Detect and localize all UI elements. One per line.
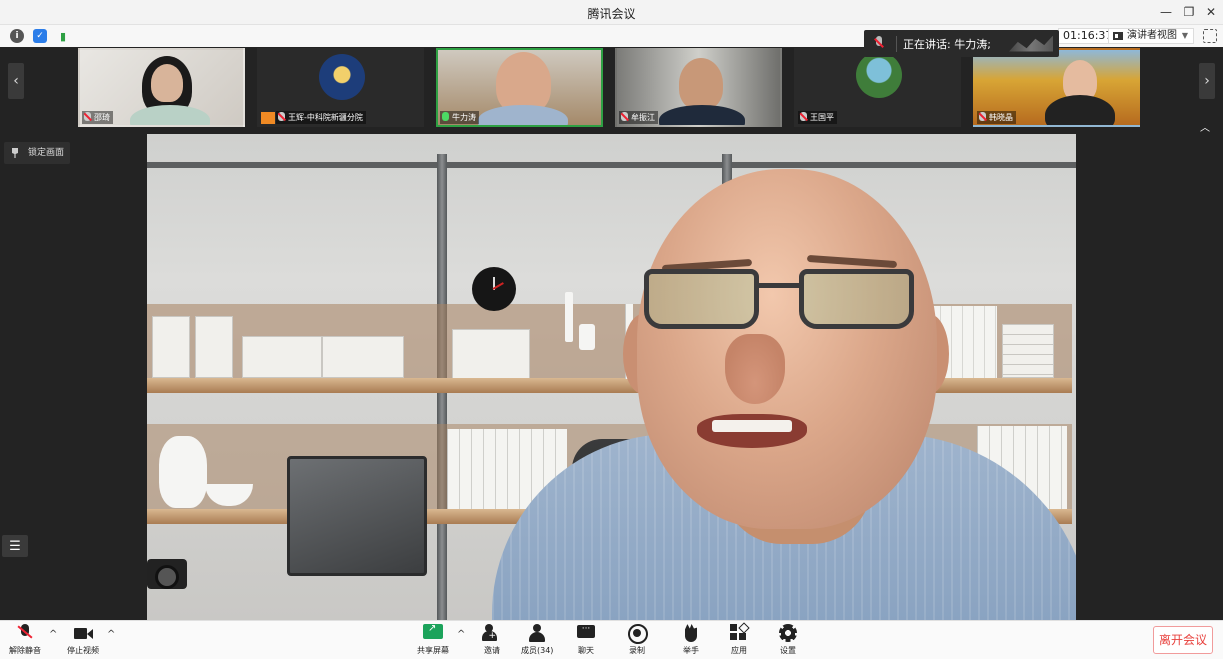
participant-face bbox=[151, 64, 183, 102]
info-icon[interactable]: i bbox=[10, 29, 24, 43]
video-options-caret[interactable]: ^ bbox=[107, 629, 115, 640]
add-user-icon bbox=[481, 624, 503, 642]
hand-icon bbox=[680, 624, 702, 642]
minimize-icon[interactable]: — bbox=[1157, 3, 1175, 21]
share-screen-button[interactable]: 共享屏幕 bbox=[417, 623, 449, 656]
participant-name: 牟振江 bbox=[619, 111, 658, 124]
restore-icon[interactable]: ❐ bbox=[1180, 3, 1198, 21]
title-bar: 腾讯会议 — ❐ ✕ bbox=[0, 0, 1223, 25]
gear-icon bbox=[777, 624, 799, 642]
participant-body bbox=[659, 105, 745, 125]
fullscreen-icon[interactable] bbox=[1203, 29, 1217, 43]
apps-icon bbox=[728, 624, 750, 642]
window-title: 腾讯会议 bbox=[587, 7, 636, 21]
participant-avatar bbox=[319, 54, 365, 100]
settings-button[interactable]: 设置 bbox=[777, 624, 799, 656]
mic-off-icon bbox=[621, 112, 628, 121]
mic-on-icon bbox=[442, 112, 449, 121]
meeting-window: 腾讯会议 — ❐ ✕ i ✓ ▮ 01:16:37 演讲者视图 ▼ ‹ 邵琦 王… bbox=[0, 0, 1223, 659]
stop-video-button[interactable]: 停止视频 bbox=[67, 624, 99, 656]
speaking-text: 正在讲话: 牛力涛; bbox=[903, 37, 991, 51]
mic-off-icon bbox=[84, 112, 91, 121]
participant-name: 王辉-中科院新疆分院 bbox=[276, 111, 366, 124]
active-speaker-video bbox=[147, 134, 1076, 620]
participant-body bbox=[1045, 95, 1115, 125]
meeting-toolbar: 解除静音 ^ 停止视频 ^ 共享屏幕 ^ 邀请 成员(34) 聊天 录制 bbox=[0, 620, 1223, 659]
participant-avatar bbox=[856, 52, 902, 98]
participant-tile[interactable]: 王国平 bbox=[794, 48, 961, 127]
shield-icon[interactable]: ✓ bbox=[33, 29, 47, 43]
lock-view-button[interactable]: 锁定画面 bbox=[4, 142, 70, 164]
mic-muted-icon bbox=[14, 624, 36, 642]
participant-tile[interactable]: 韩晓晶 bbox=[973, 48, 1140, 127]
mic-off-icon bbox=[979, 112, 986, 121]
record-icon bbox=[626, 624, 648, 644]
chevron-left-icon: ‹ bbox=[13, 73, 19, 89]
chevron-down-icon: ▼ bbox=[1181, 31, 1188, 40]
participant-name: 牛力涛 bbox=[440, 111, 479, 124]
view-mode-button[interactable]: 演讲者视图 ▼ bbox=[1108, 28, 1194, 44]
members-icon bbox=[526, 624, 548, 642]
strip-prev-button[interactable]: ‹ bbox=[8, 63, 24, 99]
chat-button[interactable]: 聊天 bbox=[575, 624, 597, 656]
leave-meeting-button[interactable]: 离开会议 bbox=[1153, 626, 1213, 654]
unmute-button[interactable]: 解除静音 bbox=[9, 624, 41, 656]
strip-next-button[interactable]: › bbox=[1199, 63, 1215, 99]
pin-icon bbox=[12, 148, 18, 158]
audio-options-caret[interactable]: ^ bbox=[49, 629, 57, 640]
participant-tile-active[interactable]: 牛力涛 bbox=[436, 48, 603, 127]
host-icon bbox=[261, 112, 275, 124]
participant-body bbox=[130, 105, 210, 125]
participant-strip: ‹ 邵琦 王辉-中科院新疆分院 牛力涛 牟振江 王国平 韩晓晶 › ︿ bbox=[0, 47, 1223, 134]
video-camera-icon bbox=[72, 624, 94, 642]
participant-tile[interactable]: 牟振江 bbox=[615, 48, 782, 127]
mic-off-icon bbox=[800, 112, 807, 121]
layout-icon bbox=[1113, 32, 1123, 40]
main-stage: 锁定画面 ☰ bbox=[0, 134, 1223, 620]
share-options-caret[interactable]: ^ bbox=[457, 629, 465, 640]
laptop bbox=[287, 456, 427, 576]
view-mode-label: 演讲者视图 bbox=[1127, 30, 1177, 41]
participant-body bbox=[478, 105, 568, 125]
invite-button[interactable]: 邀请 bbox=[481, 624, 503, 656]
list-icon[interactable]: ☰ bbox=[2, 535, 28, 557]
close-icon[interactable]: ✕ bbox=[1202, 3, 1220, 21]
participant-name: 韩晓晶 bbox=[977, 111, 1016, 124]
members-button[interactable]: 成员(34) bbox=[521, 624, 553, 656]
chat-icon bbox=[575, 624, 597, 642]
participant-face bbox=[679, 58, 723, 110]
speaker-head bbox=[637, 169, 937, 529]
participant-tile[interactable]: 邵琦 bbox=[78, 48, 245, 127]
wall-clock bbox=[472, 267, 516, 311]
mic-off-icon bbox=[278, 112, 285, 121]
speaker-glasses bbox=[644, 269, 914, 329]
apps-button[interactable]: 应用 bbox=[728, 624, 750, 656]
camera bbox=[147, 559, 187, 589]
chevron-right-icon: › bbox=[1204, 73, 1210, 89]
participant-tile[interactable]: 王辉-中科院新疆分院 bbox=[257, 48, 424, 127]
collapse-strip-icon[interactable]: ︿ bbox=[1200, 119, 1210, 134]
raise-hand-button[interactable]: 举手 bbox=[680, 624, 702, 656]
mic-icon bbox=[872, 35, 886, 52]
signal-icon[interactable]: ▮ bbox=[56, 29, 70, 43]
share-screen-icon bbox=[422, 623, 444, 642]
speaking-indicator: 正在讲话: 牛力涛; bbox=[864, 30, 1059, 57]
audio-wave-icon bbox=[1009, 35, 1053, 52]
participant-name: 邵琦 bbox=[82, 111, 113, 124]
participant-name: 王国平 bbox=[798, 111, 837, 124]
record-button[interactable]: 录制 bbox=[626, 624, 648, 656]
